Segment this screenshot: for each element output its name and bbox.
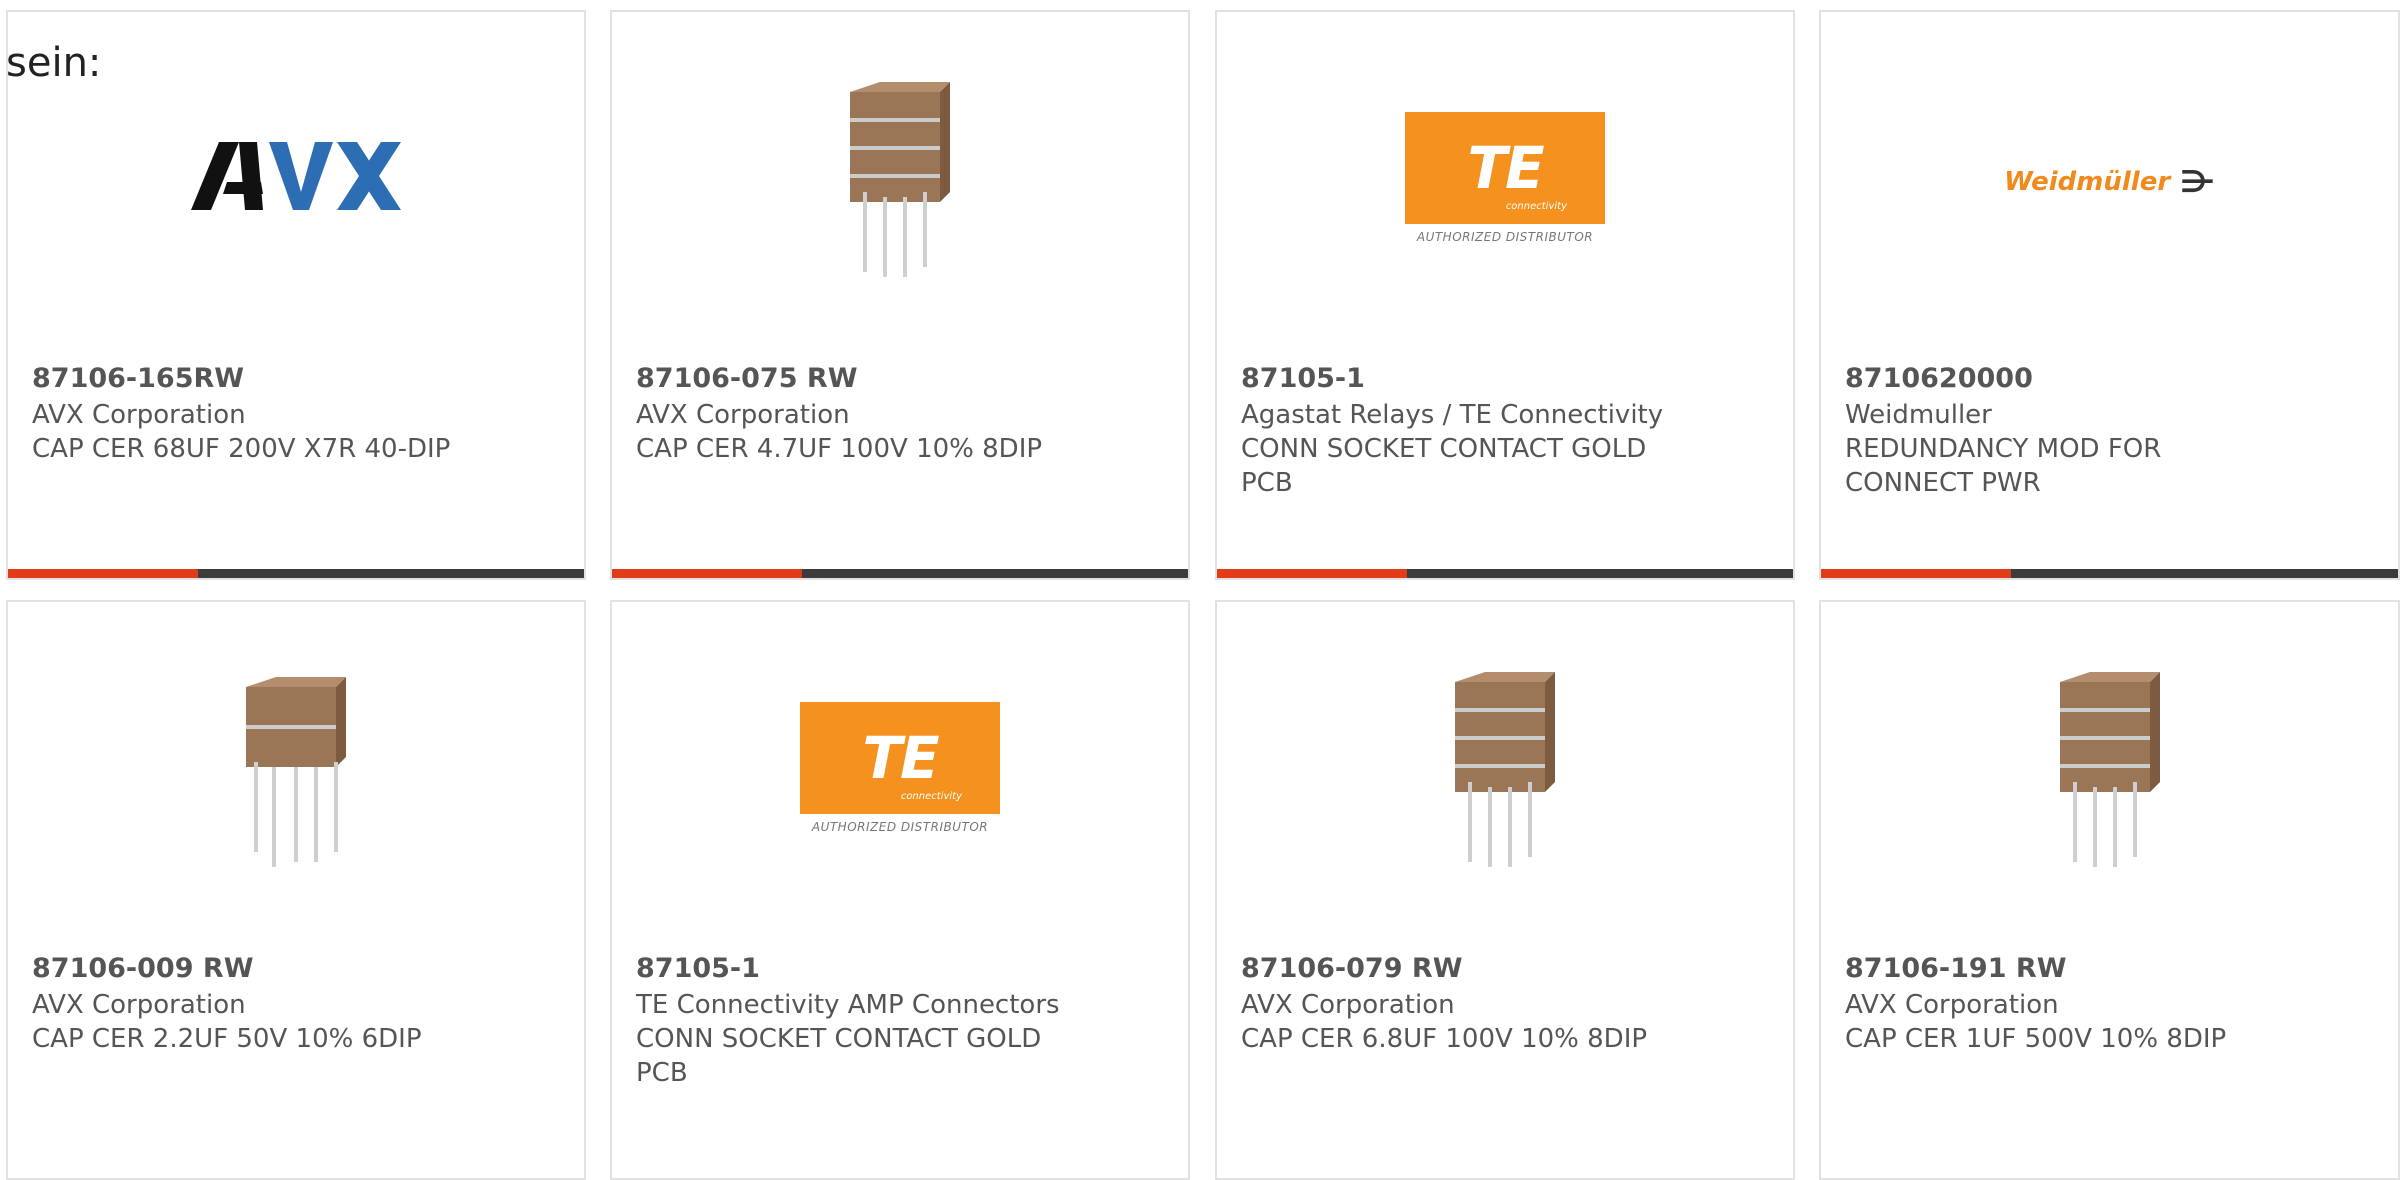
part-number[interactable]: 8710620000 (1845, 362, 2278, 395)
product-info: 87106-191 RW AVX Corporation CAP CER 1UF… (1845, 952, 2278, 1056)
description: CONN SOCKET CONTACT GOLD PCB (636, 1024, 1042, 1088)
manufacturer: AVX Corporation (32, 400, 246, 430)
product-card[interactable]: 87106-079 RW AVX Corporation CAP CER 6.8… (1215, 600, 1795, 1180)
product-image: TE connectivity AUTHORIZED DISTRIBUTOR (1217, 72, 1793, 292)
description: CAP CER 1UF 500V 10% 8DIP (1845, 1024, 2227, 1054)
manufacturer: Weidmuller (1845, 400, 1992, 430)
product-grid: 87106-165RW AVX Corporation CAP CER 68UF… (0, 0, 2400, 1180)
product-info: 87106-165RW AVX Corporation CAP CER 68UF… (32, 362, 464, 466)
progress-fill (8, 569, 199, 578)
description: CAP CER 4.7UF 100V 10% 8DIP (636, 434, 1043, 464)
part-number[interactable]: 87106-075 RW (636, 362, 1068, 395)
product-image (612, 72, 1188, 292)
te-logo: TE connectivity AUTHORIZED DISTRIBUTOR (800, 702, 1000, 842)
part-number[interactable]: 87106-009 RW (32, 952, 464, 985)
product-image (1821, 662, 2398, 882)
progress-fill (1821, 569, 2012, 578)
description: CAP CER 2.2UF 50V 10% 6DIP (32, 1024, 422, 1054)
product-info: 87105-1 Agastat Relays / TE Connectivity… (1241, 362, 1673, 500)
manufacturer: AVX Corporation (1845, 990, 2059, 1020)
part-number[interactable]: 87105-1 (636, 952, 1068, 985)
product-card[interactable]: TE connectivity AUTHORIZED DISTRIBUTOR 8… (1215, 10, 1795, 580)
manufacturer: Agastat Relays / TE Connectivity (1241, 400, 1664, 430)
product-image: Weidmüller ⋺ (1821, 72, 2398, 292)
part-number[interactable]: 87105-1 (1241, 362, 1673, 395)
product-image (8, 662, 584, 882)
te-logo: TE connectivity AUTHORIZED DISTRIBUTOR (1405, 112, 1605, 252)
product-card[interactable]: TE connectivity AUTHORIZED DISTRIBUTOR 8… (610, 600, 1190, 1180)
description: CONN SOCKET CONTACT GOLD PCB (1241, 434, 1647, 498)
manufacturer: AVX Corporation (1241, 990, 1455, 1020)
product-image (8, 72, 584, 292)
product-card[interactable]: 87106-191 RW AVX Corporation CAP CER 1UF… (1819, 600, 2400, 1180)
product-card[interactable]: 87106-075 RW AVX Corporation CAP CER 4.7… (610, 10, 1190, 580)
part-number[interactable]: 87106-191 RW (1845, 952, 2278, 985)
intro-text: sein: (6, 40, 102, 86)
description: CAP CER 68UF 200V X7R 40-DIP (32, 434, 451, 464)
part-number[interactable]: 87106-079 RW (1241, 952, 1673, 985)
progress-bar (1217, 569, 1793, 578)
description: CAP CER 6.8UF 100V 10% 8DIP (1241, 1024, 1648, 1054)
description: REDUNDANCY MOD FOR CONNECT PWR (1845, 434, 2162, 498)
part-number[interactable]: 87106-165RW (32, 362, 464, 395)
progress-bar (8, 569, 584, 578)
product-card[interactable]: 87106-165RW AVX Corporation CAP CER 68UF… (6, 10, 586, 580)
product-info: 87106-075 RW AVX Corporation CAP CER 4.7… (636, 362, 1068, 466)
capacitor-photo (246, 677, 346, 867)
weidmuller-mark-icon: ⋺ (2180, 164, 2215, 200)
progress-fill (1217, 569, 1408, 578)
capacitor-stack-photo (1455, 672, 1555, 867)
product-image (1217, 662, 1793, 882)
product-info: 8710620000 Weidmuller REDUNDANCY MOD FOR… (1845, 362, 2278, 500)
product-card[interactable]: Weidmüller ⋺ 8710620000 Weidmuller REDUN… (1819, 10, 2400, 580)
capacitor-stack-photo (850, 82, 950, 277)
progress-bar (1821, 569, 2398, 578)
product-info: 87106-079 RW AVX Corporation CAP CER 6.8… (1241, 952, 1673, 1056)
capacitor-stack-photo (2059, 672, 2160, 867)
product-info: 87105-1 TE Connectivity AMP Connectors C… (636, 952, 1068, 1090)
weidmuller-logo: Weidmüller ⋺ (2004, 164, 2215, 200)
avx-logo (191, 142, 401, 210)
manufacturer: TE Connectivity AMP Connectors (636, 990, 1060, 1020)
progress-bar (612, 569, 1188, 578)
manufacturer: AVX Corporation (636, 400, 850, 430)
manufacturer: AVX Corporation (32, 990, 246, 1020)
progress-fill (612, 569, 803, 578)
product-image: TE connectivity AUTHORIZED DISTRIBUTOR (612, 662, 1188, 882)
product-card[interactable]: 87106-009 RW AVX Corporation CAP CER 2.2… (6, 600, 586, 1180)
product-info: 87106-009 RW AVX Corporation CAP CER 2.2… (32, 952, 464, 1056)
